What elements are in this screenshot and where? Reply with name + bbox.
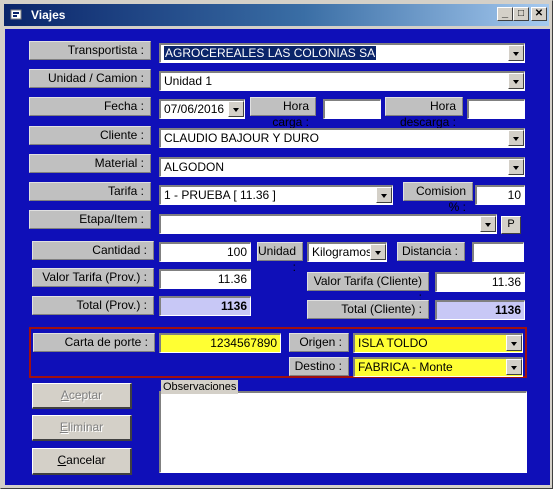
cantidad-input[interactable]: 100 — [159, 242, 251, 262]
valor-tarifa-cliente-label: Valor Tarifa (Cliente) : — [307, 272, 429, 304]
chevron-down-icon[interactable] — [508, 45, 524, 61]
transportista-label: Transportista : — [29, 41, 151, 60]
chevron-down-icon[interactable] — [376, 187, 392, 203]
origen-label: Origen : — [289, 333, 349, 352]
p-button[interactable]: P — [501, 216, 521, 234]
fecha-label: Fecha : — [29, 97, 151, 116]
chevron-down-icon[interactable] — [506, 359, 522, 375]
viajes-window: Viajes _ □ ✕ Transportista : AGROCEREALE… — [0, 0, 553, 489]
total-cliente-value: 1136 — [435, 300, 525, 320]
observaciones-label: Observaciones — [161, 380, 239, 394]
chevron-down-icon[interactable] — [508, 159, 524, 175]
cliente-select[interactable]: CLAUDIO BAJOUR Y DURO — [159, 128, 525, 148]
maximize-button[interactable]: □ — [513, 7, 529, 21]
title-bar[interactable]: Viajes _ □ ✕ — [4, 4, 549, 26]
origen-select[interactable]: ISLA TOLDO — [353, 333, 523, 353]
aceptar-button[interactable]: Aceptar — [32, 383, 132, 409]
etapa-item-label: Etapa/Item : — [29, 210, 151, 229]
hora-carga-label: Hora carga : — [250, 97, 316, 129]
close-button[interactable]: ✕ — [531, 7, 547, 21]
distancia-input[interactable] — [472, 242, 524, 262]
valor-tarifa-prov-input[interactable]: 11.36 — [159, 269, 251, 289]
material-label: Material : — [29, 154, 151, 173]
unidad-camion-select[interactable]: Unidad 1 — [159, 71, 525, 91]
total-cliente-label: Total (Cliente) : — [307, 300, 429, 319]
eliminar-button[interactable]: Eliminar — [32, 415, 132, 441]
cantidad-label: Cantidad : — [32, 241, 154, 260]
comision-input[interactable]: 10 — [475, 185, 525, 205]
chevron-down-icon[interactable] — [480, 216, 496, 232]
observaciones-textarea[interactable] — [159, 391, 527, 473]
unidad-select[interactable]: Kilogramos — [307, 242, 387, 262]
unidad-label: Unidad : — [257, 242, 303, 274]
chevron-down-icon[interactable] — [370, 244, 386, 260]
chevron-down-icon[interactable] — [506, 335, 522, 351]
hora-carga-input[interactable] — [323, 99, 381, 119]
hora-descarga-input[interactable] — [467, 99, 525, 119]
destino-label: Destino : — [289, 357, 349, 376]
valor-tarifa-cliente-input[interactable]: 11.36 — [435, 272, 525, 292]
valor-tarifa-prov-label: Valor Tarifa (Prov.) : — [32, 268, 154, 287]
total-prov-value: 1136 — [159, 296, 251, 316]
transportista-select[interactable]: AGROCEREALES LAS COLONIAS SA — [159, 43, 525, 63]
tarifa-select[interactable]: 1 - PRUEBA [ 11.36 ] — [159, 185, 393, 205]
chevron-down-icon[interactable] — [228, 101, 244, 117]
fecha-date-picker[interactable]: 07/06/2016 — [159, 99, 245, 119]
chevron-down-icon[interactable] — [508, 130, 524, 146]
cliente-label: Cliente : — [29, 126, 151, 145]
carta-de-porte-label: Carta de porte : — [33, 333, 155, 352]
material-select[interactable]: ALGODON — [159, 157, 525, 177]
carta-de-porte-input[interactable]: 1234567890 — [159, 333, 281, 353]
unidad-camion-label: Unidad / Camion : — [29, 69, 151, 88]
distancia-label: Distancia : — [397, 242, 465, 261]
comision-label: Comision % : — [403, 182, 473, 214]
app-icon — [10, 9, 22, 20]
minimize-button[interactable]: _ — [497, 7, 513, 21]
window-title: Viajes — [31, 8, 66, 22]
destino-select[interactable]: FABRICA - Monte — [353, 357, 523, 377]
cancelar-button[interactable]: Cancelar — [32, 448, 132, 475]
form-client-area: Transportista : AGROCEREALES LAS COLONIA… — [5, 29, 550, 485]
hora-descarga-label: Hora descarga : — [385, 97, 463, 129]
chevron-down-icon[interactable] — [508, 73, 524, 89]
total-prov-label: Total (Prov.) : — [32, 296, 154, 315]
tarifa-label: Tarifa : — [29, 182, 151, 201]
etapa-item-select[interactable] — [159, 214, 497, 234]
